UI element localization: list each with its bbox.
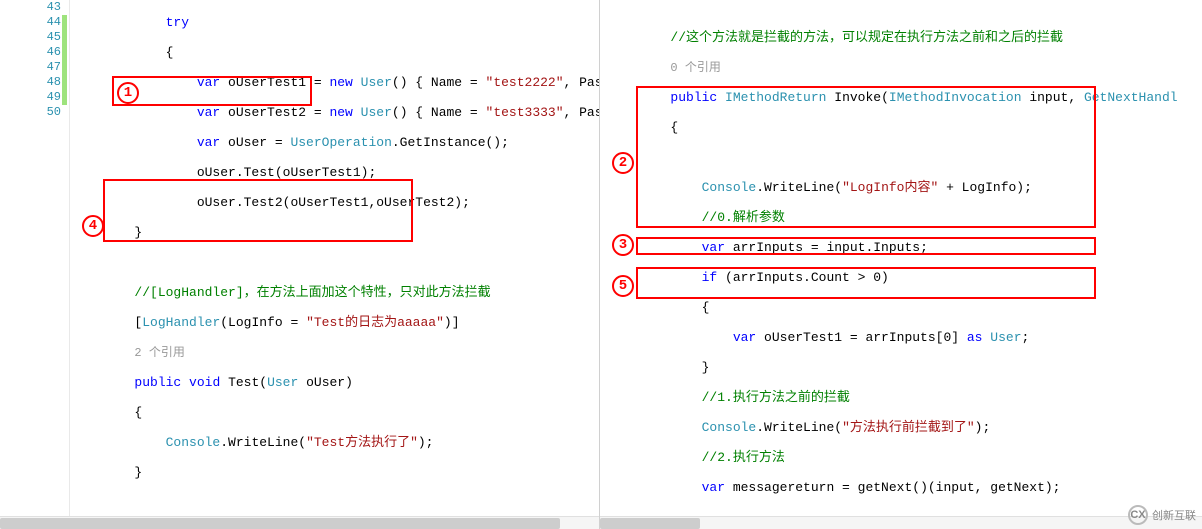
code-line: try: [72, 15, 599, 30]
line-number-gutter: 43 44 45 46 47 48 49 50: [0, 0, 70, 529]
editor-workspace: 43 44 45 46 47 48 49 50 try { var oUserT…: [0, 0, 1202, 529]
line-number: 45: [0, 30, 69, 45]
code-line: if (arrInputs.Count > 0): [608, 270, 1202, 285]
code-line: //这个方法就是拦截的方法，可以规定在执行方法之前和之后的拦截: [608, 30, 1202, 45]
code-line: var oUserTest1 = arrInputs[0] as User;: [608, 330, 1202, 345]
code-line: {: [608, 300, 1202, 315]
code-line: var oUserTest1 = new User() { Name = "te…: [72, 75, 599, 90]
line-number: 49: [0, 90, 69, 105]
code-line: var messagereturn = getNext()(input, get…: [608, 480, 1202, 495]
code-line: //1.执行方法之前的拦截: [608, 390, 1202, 405]
scrollbar-thumb[interactable]: [600, 518, 700, 529]
code-line: Console.WriteLine("Test方法执行了");: [72, 435, 599, 450]
code-line: var arrInputs = input.Inputs;: [608, 240, 1202, 255]
code-line: [608, 150, 1202, 165]
watermark-logo: CX 创新互联: [1128, 505, 1196, 525]
code-line: public IMethodReturn Invoke(IMethodInvoc…: [608, 90, 1202, 105]
code-line: public void Test(User oUser): [72, 375, 599, 390]
line-number: 50: [0, 105, 69, 120]
codelens-refs: 0 个引用: [608, 60, 1202, 75]
code-line: Console.WriteLine("LogInfo内容" + LogInfo)…: [608, 180, 1202, 195]
left-code-area[interactable]: try { var oUserTest1 = new User() { Name…: [72, 0, 599, 529]
code-line: }: [72, 225, 599, 240]
code-line: [72, 255, 599, 270]
code-line: //2.执行方法: [608, 450, 1202, 465]
line-number: 43: [0, 0, 69, 15]
right-code-area[interactable]: //这个方法就是拦截的方法，可以规定在执行方法之前和之后的拦截 0 个引用 pu…: [608, 15, 1202, 529]
line-number: 48: [0, 75, 69, 90]
right-editor-pane[interactable]: //这个方法就是拦截的方法，可以规定在执行方法之前和之后的拦截 0 个引用 pu…: [600, 0, 1202, 529]
scrollbar-horizontal[interactable]: [0, 516, 599, 529]
code-line: }: [608, 360, 1202, 375]
logo-text: 创新互联: [1152, 507, 1196, 523]
scrollbar-thumb[interactable]: [0, 518, 560, 529]
code-line: var oUser = UserOperation.GetInstance();: [72, 135, 599, 150]
code-line: Console.WriteLine("方法执行前拦截到了");: [608, 420, 1202, 435]
code-line: oUser.Test2(oUserTest1,oUserTest2);: [72, 195, 599, 210]
code-line: oUser.Test(oUserTest1);: [72, 165, 599, 180]
logo-icon: CX: [1128, 505, 1148, 525]
code-line: var oUserTest2 = new User() { Name = "te…: [72, 105, 599, 120]
line-number: 46: [0, 45, 69, 60]
code-line: }: [72, 465, 599, 480]
code-line: {: [72, 405, 599, 420]
scrollbar-horizontal[interactable]: [600, 516, 1202, 529]
change-bar: [62, 15, 67, 105]
code-line: {: [72, 45, 599, 60]
code-line: [LogHandler(LogInfo = "Test的日志为aaaaa")]: [72, 315, 599, 330]
line-number: 47: [0, 60, 69, 75]
left-editor-pane[interactable]: 43 44 45 46 47 48 49 50 try { var oUserT…: [0, 0, 600, 529]
code-line: [72, 495, 599, 510]
code-line: //0.解析参数: [608, 210, 1202, 225]
line-number: 44: [0, 15, 69, 30]
code-line: //[LogHandler]，在方法上面加这个特性，只对此方法拦截: [72, 285, 599, 300]
code-line: {: [608, 120, 1202, 135]
codelens-refs: 2 个引用: [72, 345, 599, 360]
